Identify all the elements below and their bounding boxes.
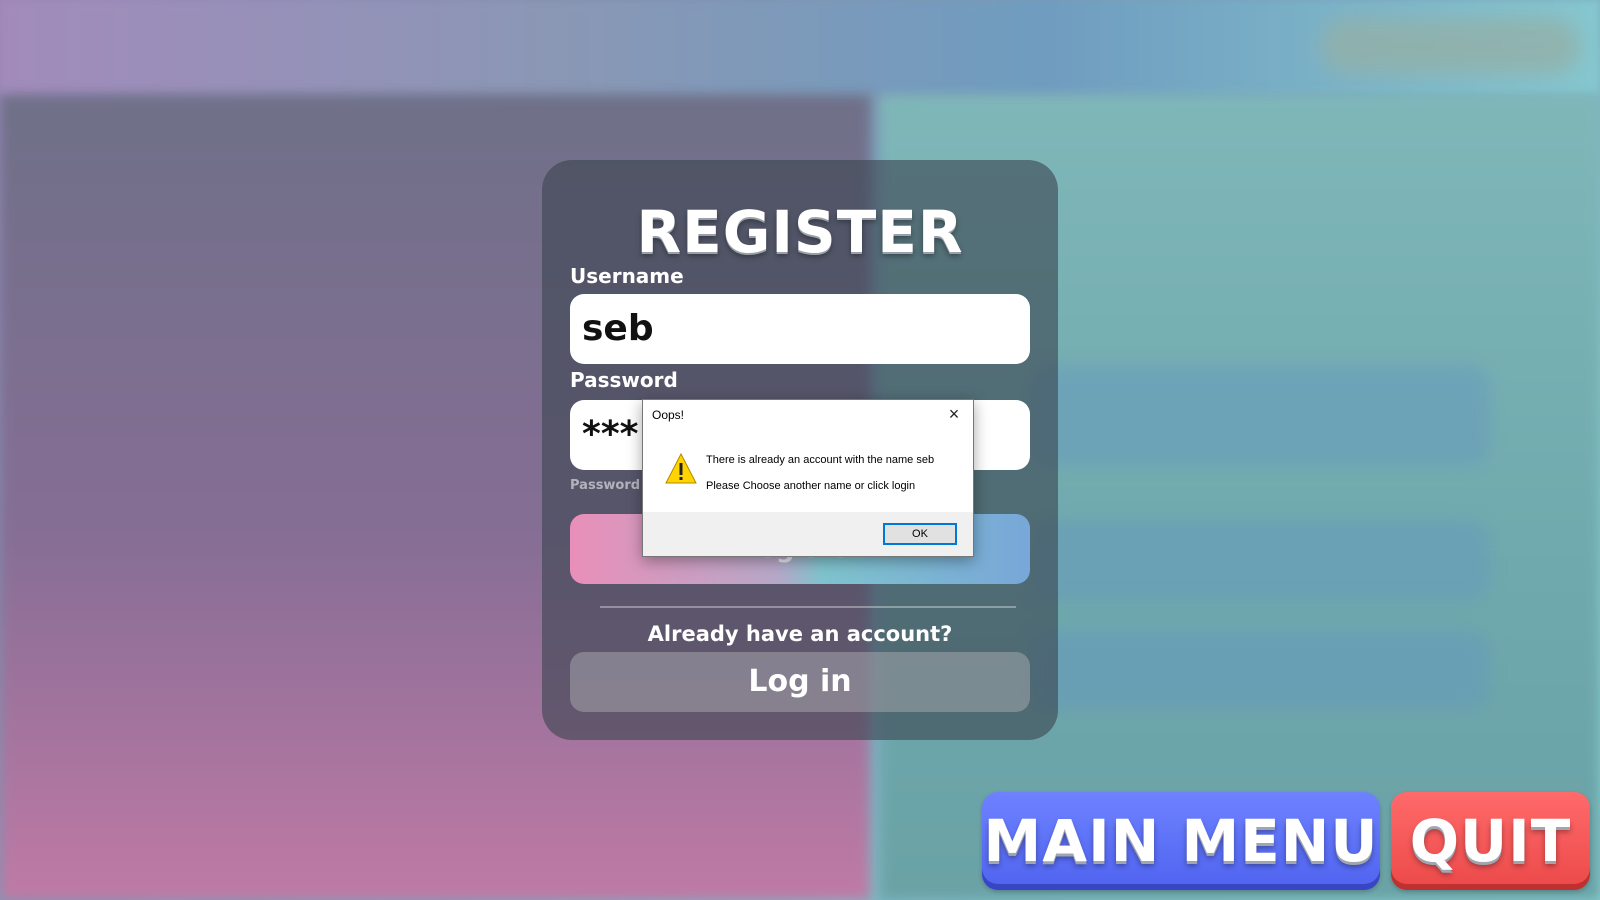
- password-label: Password: [570, 368, 678, 392]
- error-dialog: Oops! × There is already an account with…: [642, 399, 974, 557]
- background-blurred-bar: [1030, 520, 1490, 600]
- background-blurred-bar: [1030, 365, 1490, 465]
- dialog-message-line2: Please Choose another name or click logi…: [706, 480, 916, 492]
- dialog-title: Oops!: [652, 408, 685, 422]
- username-label: Username: [570, 264, 684, 288]
- login-button[interactable]: Log in: [570, 652, 1030, 712]
- warning-icon: [665, 452, 697, 484]
- username-field[interactable]: seb: [570, 294, 1030, 364]
- dialog-message-line1: There is already an account with the nam…: [706, 454, 935, 466]
- ok-button[interactable]: OK: [883, 523, 957, 545]
- quit-button[interactable]: QUIT: [1391, 792, 1590, 890]
- background-blurred-pill: [1320, 18, 1580, 74]
- background-blurred-bar: [1030, 630, 1490, 710]
- close-icon[interactable]: ×: [941, 402, 967, 426]
- already-have-account-text: Already have an account?: [647, 622, 953, 646]
- dialog-footer: OK: [643, 512, 973, 556]
- main-menu-button[interactable]: MAIN MENU: [982, 792, 1380, 890]
- register-title: REGISTER: [636, 198, 964, 266]
- divider: [600, 606, 1016, 608]
